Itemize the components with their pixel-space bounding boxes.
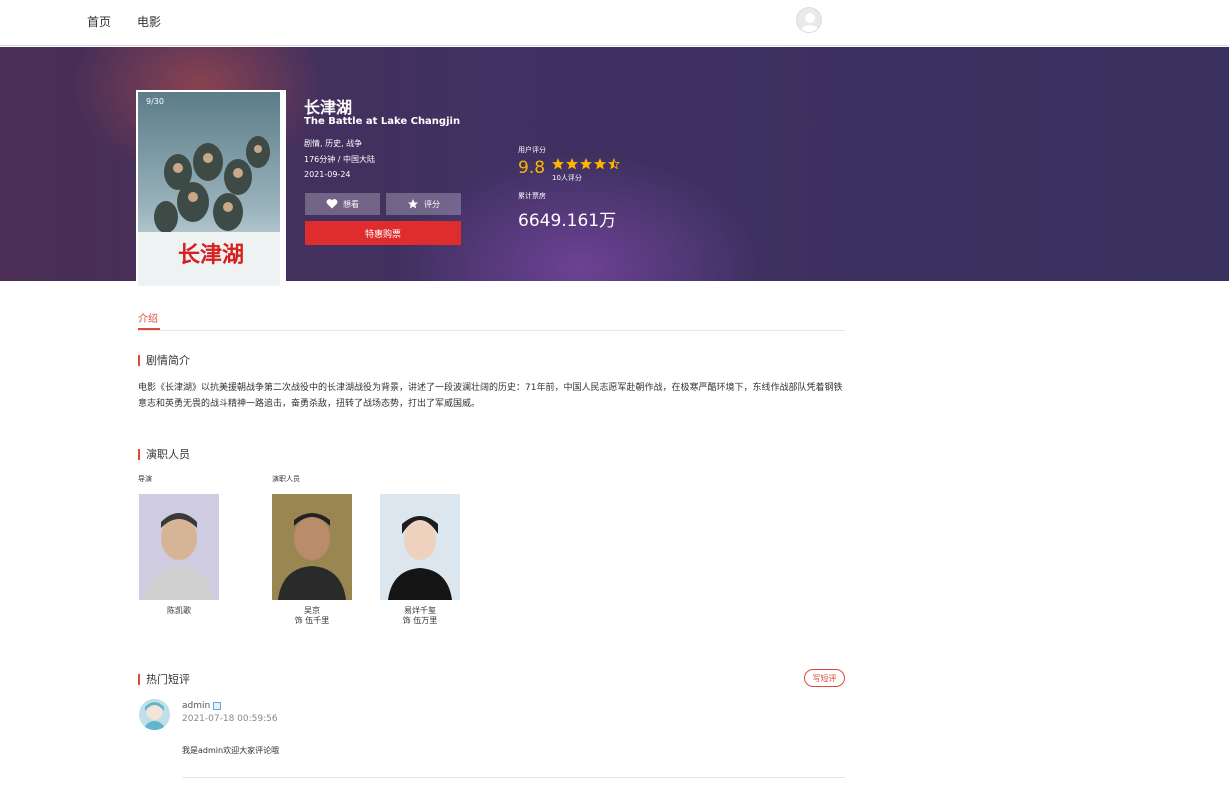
movie-duration-region: 176分钟 / 中国大陆 [304,155,376,164]
actor-name-2[interactable]: 易烊千玺 [380,606,460,616]
tab-divider [138,330,845,331]
rating-star-icon [594,158,606,170]
commenter-avatar[interactable] [139,699,170,730]
movie-release-date: 2021-09-24 [304,170,351,179]
top-navbar: 首页 电影 [0,0,1229,46]
comments-heading: 热门短评 [138,674,190,685]
write-comment-button[interactable]: 写短评 [804,669,845,687]
rate-label: 评分 [424,199,440,209]
rating-count: 10人评分 [552,174,582,182]
rating-label: 用户评分 [518,146,546,154]
rating-stars [552,158,620,170]
movie-poster: 9/30 长津湖 [136,90,282,288]
rating-star-icon [566,158,578,170]
want-to-see-button[interactable]: 想看 [305,193,380,215]
user-avatar-icon[interactable] [796,7,822,33]
movie-title: 长津湖 [304,98,353,117]
actor-photo-2[interactable] [380,494,460,600]
nav-home-link[interactable]: 首页 [87,13,111,30]
director-name[interactable]: 陈凯歌 [139,606,219,616]
heart-icon [326,199,338,209]
comment-divider [182,777,845,778]
director-role-label: 导演 [138,475,152,483]
director-photo[interactable] [139,494,219,600]
actor-name-1[interactable]: 吴京 [272,606,352,616]
want-to-see-label: 想看 [343,199,359,209]
movie-genres: 剧情, 历史, 战争 [304,139,363,148]
user-badge-icon [213,702,221,710]
rate-button[interactable]: 评分 [386,193,461,215]
cast-heading: 演职人员 [138,449,190,460]
actor-photo-1[interactable] [272,494,352,600]
buy-ticket-button[interactable]: 特惠购票 [305,221,461,245]
tab-intro[interactable]: 介绍 [138,310,158,325]
movie-english-title: The Battle at Lake Changjin [304,116,461,127]
comment-username[interactable]: admin [182,701,210,711]
comment-text: 我是admin欢迎大家评论哦 [182,746,280,755]
rating-star-icon [580,158,592,170]
actor-role-label: 演职人员 [272,475,300,483]
rating-star-icon [552,158,564,170]
boxoffice-value: 6649.161万 [518,211,617,231]
poster-title-text: 长津湖 [178,242,244,268]
star-icon [408,199,418,209]
plot-heading: 剧情简介 [138,355,190,366]
rating-star-icon [608,158,620,170]
rating-score: 9.8 [518,158,546,178]
comment-time: 2021-07-18 00:59:56 [182,714,278,724]
plot-text: 电影《长津湖》以抗美援朝战争第二次战役中的长津湖战役为背景，讲述了一段波澜壮阔的… [138,383,843,409]
actor-character-1: 饰 伍千里 [294,616,330,625]
actor-character-2: 饰 伍万里 [402,616,438,625]
nav-movies-link[interactable]: 电影 [137,13,161,30]
boxoffice-label: 累计票房 [518,192,546,200]
poster-badge: 9/30 [146,97,164,106]
